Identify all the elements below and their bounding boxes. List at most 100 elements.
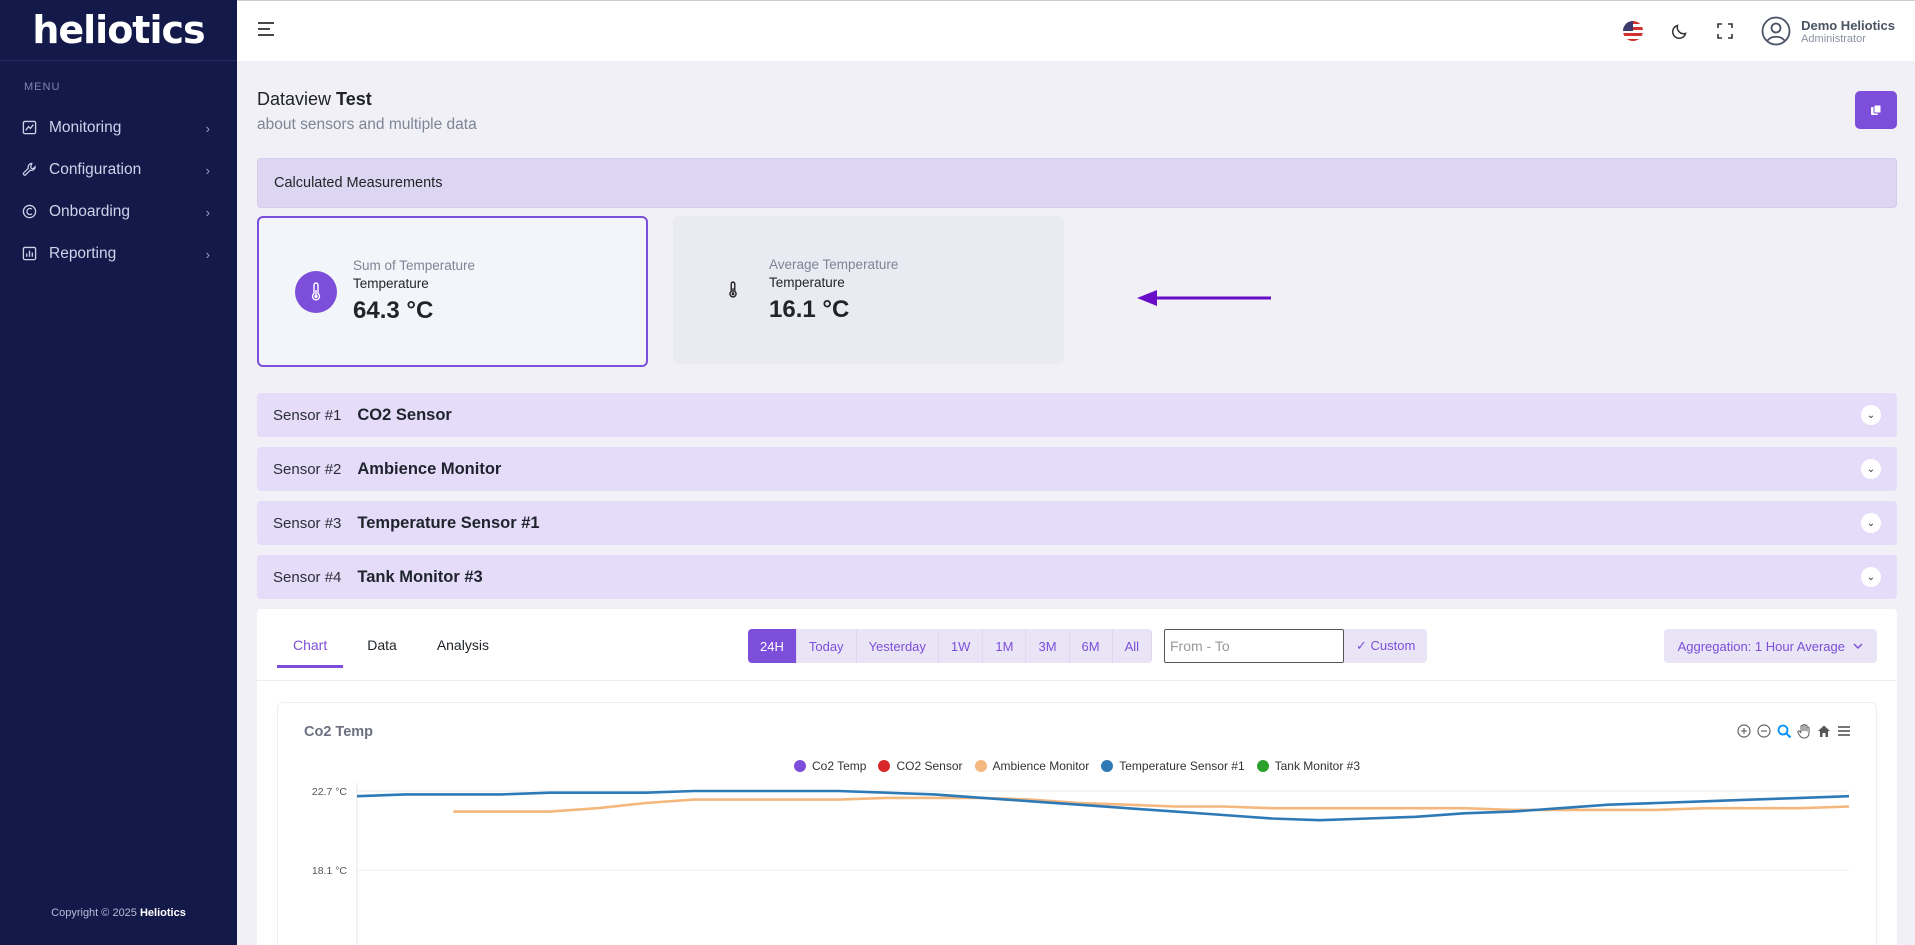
legend-item[interactable]: Temperature Sensor #1 — [1101, 759, 1245, 773]
copyright: Copyright © 2025 Heliotics — [0, 907, 237, 919]
us-flag-icon[interactable] — [1623, 21, 1644, 41]
sensor-name: Temperature Sensor #1 — [357, 513, 540, 532]
page-subtitle: about sensors and multiple data — [257, 116, 477, 133]
legend-label: Co2 Temp — [811, 759, 867, 773]
date-range-input[interactable]: From - To — [1164, 629, 1344, 663]
user-role: Administrator — [1801, 32, 1866, 45]
sensor-number: Sensor #3 — [273, 514, 342, 532]
user-menu[interactable]: Demo Heliotics Administrator — [1761, 16, 1895, 46]
range-1w-button[interactable]: 1W — [938, 629, 984, 663]
sensor-accordion-1[interactable]: Sensor #1 CO2 Sensor ⌄ — [257, 393, 1897, 437]
y-tick-label: 22.7 °C — [312, 786, 348, 798]
chart-title: Co2 Temp — [304, 724, 374, 740]
sensor-accordion-2[interactable]: Sensor #2 Ambience Monitor ⌄ — [257, 447, 1897, 491]
thermometer-icon — [295, 270, 337, 313]
chart-plot-area: 22.7 °C 18.1 °C — [312, 783, 1850, 945]
legend-label: CO2 Sensor — [896, 759, 963, 773]
card-title: Sum of Temperature — [353, 258, 476, 273]
topbar: Demo Heliotics Administrator — [237, 0, 1915, 61]
time-range-group: 24H Today Yesterday 1W 1M 3M 6M All — [748, 629, 1153, 663]
sidebar-item-label: Reporting — [49, 245, 117, 262]
panel-divider — [257, 680, 1897, 681]
tab-data[interactable]: Data — [351, 631, 413, 668]
page-title-prefix: Dataview — [257, 89, 332, 109]
card-subtitle: Temperature — [769, 274, 845, 290]
menu-title: MENU — [24, 81, 61, 93]
thermometer-icon — [723, 269, 743, 311]
legend-item[interactable]: CO2 Sensor — [878, 759, 963, 773]
copyright-brand[interactable]: Heliotics — [140, 907, 186, 919]
sensor-number: Sensor #2 — [273, 460, 342, 478]
pan-hand-icon[interactable] — [1796, 723, 1812, 739]
range-3m-button[interactable]: 3M — [1026, 629, 1070, 663]
legend-marker — [793, 760, 806, 772]
sidebar-item-reporting[interactable]: Reporting › — [0, 233, 237, 275]
legend-marker — [974, 760, 987, 772]
tab-analysis[interactable]: Analysis — [421, 631, 505, 668]
legend-marker — [878, 760, 891, 772]
range-today-button[interactable]: Today — [796, 629, 857, 663]
moon-icon[interactable] — [1671, 22, 1689, 40]
page-title-name: Test — [336, 89, 372, 109]
range-yesterday-button[interactable]: Yesterday — [856, 629, 939, 663]
chart-card: Co2 Temp Co2 Temp CO2 Sensor Ambience Moni… — [277, 702, 1877, 945]
custom-range-button[interactable]: ✓ Custom — [1344, 629, 1428, 663]
chart-toolbar — [1736, 723, 1852, 739]
chevron-right-icon: › — [205, 162, 210, 178]
tab-chart[interactable]: Chart — [277, 631, 344, 668]
sidebar: heliotics MENU Monitoring › Configuratio… — [0, 0, 237, 945]
copy-button[interactable] — [1855, 91, 1897, 129]
legend-item[interactable]: Co2 Temp — [793, 759, 867, 773]
chevron-down-icon — [1853, 643, 1863, 649]
reset-home-icon[interactable] — [1816, 723, 1832, 739]
sensor-accordion-4[interactable]: Sensor #4 Tank Monitor #3 ⌄ — [257, 555, 1897, 599]
zoom-out-icon[interactable] — [1756, 723, 1772, 739]
sensor-accordion-3[interactable]: Sensor #3 Temperature Sensor #1 ⌄ — [257, 501, 1897, 545]
measurement-card-average[interactable]: Average Temperature Temperature 16.1 °C — [673, 216, 1064, 364]
sensor-name: Tank Monitor #3 — [357, 567, 483, 586]
legend-marker — [1101, 760, 1114, 772]
sidebar-item-configuration[interactable]: Configuration › — [0, 149, 237, 191]
sidebar-item-onboarding[interactable]: Onboarding › — [0, 191, 237, 233]
aggregation-dropdown[interactable]: Aggregation: 1 Hour Average — [1663, 629, 1877, 663]
selection-zoom-icon[interactable] — [1776, 723, 1792, 739]
hamburger-menu-icon[interactable] — [257, 21, 275, 42]
legend-item[interactable]: Tank Monitor #3 — [1256, 759, 1361, 773]
card-value: 64.3 °C — [353, 297, 434, 324]
legend-item[interactable]: Ambience Monitor — [974, 759, 1090, 773]
sensor-number: Sensor #4 — [273, 568, 342, 586]
chevron-down-icon[interactable]: ⌄ — [1861, 513, 1881, 533]
chevron-down-icon[interactable]: ⌄ — [1861, 567, 1881, 587]
legend-label: Temperature Sensor #1 — [1119, 759, 1245, 773]
zoom-in-icon[interactable] — [1736, 723, 1752, 739]
aggregation-label: Aggregation: 1 Hour Average — [1677, 638, 1845, 654]
copy-icon — [1870, 104, 1882, 116]
chevron-down-icon[interactable]: ⌄ — [1861, 405, 1881, 425]
sensor-list: Sensor #1 CO2 Sensor ⌄ Sensor #2 Ambienc… — [257, 393, 1897, 599]
chart-menu-icon[interactable] — [1836, 723, 1852, 739]
fullscreen-icon[interactable] — [1717, 23, 1733, 39]
chevron-right-icon: › — [205, 120, 210, 136]
sidebar-item-monitoring[interactable]: Monitoring › — [0, 107, 237, 149]
chevron-down-icon[interactable]: ⌄ — [1861, 459, 1881, 479]
legend-label: Tank Monitor #3 — [1274, 759, 1361, 773]
range-6m-button[interactable]: 6M — [1069, 629, 1113, 663]
monitoring-icon — [22, 120, 38, 136]
measurement-card-sum[interactable]: Sum of Temperature Temperature 64.3 °C — [257, 216, 648, 367]
card-value: 16.1 °C — [769, 295, 850, 323]
sensor-name: Ambience Monitor — [357, 459, 502, 478]
sensor-number: Sensor #1 — [273, 406, 342, 424]
calculated-cards: Sum of Temperature Temperature 64.3 °C A… — [257, 216, 1897, 367]
range-all-button[interactable]: All — [1112, 629, 1153, 663]
calculated-measurements-header: Calculated Measurements — [257, 158, 1897, 208]
legend-label: Ambience Monitor — [992, 759, 1090, 773]
arrow-left-annotation-icon — [1135, 286, 1275, 315]
brand-logo[interactable]: heliotics — [0, 0, 237, 61]
range-24h-button[interactable]: 24H — [748, 629, 797, 663]
range-1m-button[interactable]: 1M — [983, 629, 1027, 663]
card-subtitle: Temperature — [353, 276, 429, 291]
sidebar-item-label: Monitoring — [49, 119, 122, 136]
wrench-icon — [22, 162, 38, 178]
series-line — [356, 789, 1850, 822]
chart-legend: Co2 Temp CO2 Sensor Ambience Monitor Temper… — [278, 759, 1876, 773]
